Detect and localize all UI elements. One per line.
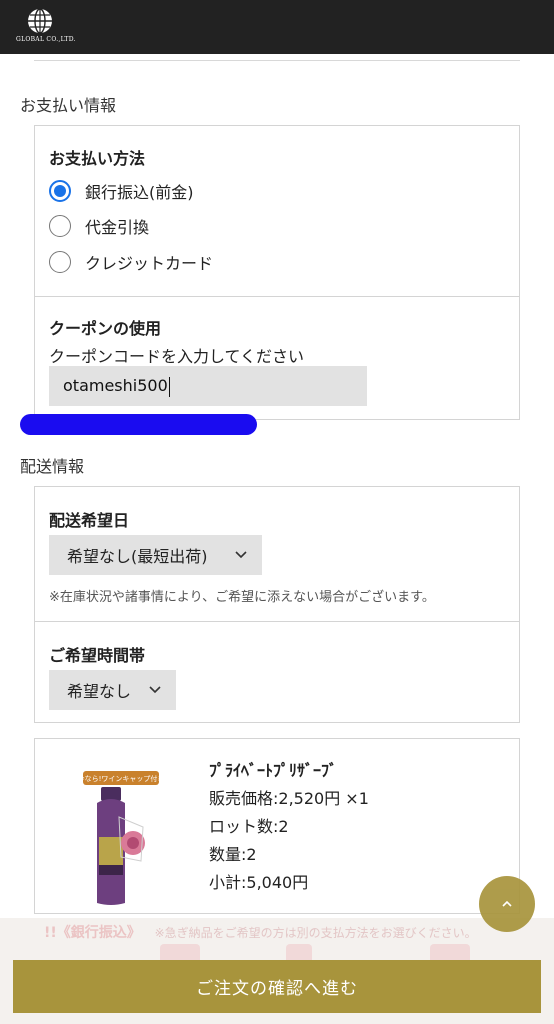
coupon-panel: クーポンの使用 クーポンコードを入力してください otameshi500 <box>35 296 519 419</box>
coupon-prompt: クーポンコードを入力してください <box>49 347 305 366</box>
delivery-date-select[interactable]: 希望なし(最短出荷) <box>49 535 262 575</box>
radio-unchecked-icon[interactable] <box>49 251 71 273</box>
promo-banner-note: ※急ぎ納品をご希望の方は別の支払方法をお選びください。 <box>154 926 477 940</box>
delivery-date-note: ※在庫状況や諸事情により、ご希望に添えない場合がございます。 <box>49 590 435 605</box>
product-image-badge: 今なら!ワインキャップ付き <box>81 774 163 783</box>
company-logo[interactable]: GLOBAL CO.,LTD. <box>16 8 76 48</box>
product-info: ﾌﾟﾗｲﾍﾞｰﾄﾌﾟﾘｻﾞｰﾌﾞ 販売価格:2,520円 ×1 ロット数:2 数… <box>209 757 369 897</box>
delivery-date-panel: 配送希望日 希望なし(最短出荷) ※在庫状況や諸事情により、ご希望に添えない場合… <box>35 487 519 621</box>
delivery-date-label: 配送希望日 <box>49 511 130 530</box>
product-image[interactable]: 今なら!ワインキャップ付き <box>78 757 164 907</box>
radio-checked-icon[interactable] <box>49 180 71 202</box>
payment-option-label: 銀行振込(前金) <box>85 183 194 202</box>
payment-method-label: お支払い方法 <box>49 149 146 168</box>
confirm-order-button[interactable]: ご注文の確認へ進む <box>13 960 541 1013</box>
product-lot: ロット数:2 <box>209 817 289 836</box>
highlight-mark <box>20 414 257 435</box>
payment-option-label: 代金引換 <box>85 218 150 237</box>
header-bar: GLOBAL CO.,LTD. <box>0 0 554 54</box>
chevron-up-icon <box>502 900 512 907</box>
shipping-section-title: 配送情報 <box>20 457 85 476</box>
globe-icon <box>28 8 52 34</box>
delivery-time-panel: ご希望時間帯 希望なし <box>35 621 519 722</box>
payment-option-bank[interactable]: 銀行振込(前金) <box>49 179 194 203</box>
payment-box: お支払い方法 銀行振込(前金) 代金引換 クレジットカード クーポンの使用 クー… <box>34 125 520 420</box>
radio-unchecked-icon[interactable] <box>49 215 71 237</box>
payment-option-cod[interactable]: 代金引換 <box>49 214 149 238</box>
promo-banner-text: !!《銀行振込》 ※急ぎ納品をご希望の方は別の支払方法をお選びください。 <box>44 922 477 942</box>
coupon-input[interactable]: otameshi500 <box>49 366 367 406</box>
product-box: 今なら!ワインキャップ付き ﾌﾟﾗｲﾍﾞｰﾄﾌﾟﾘｻﾞｰﾌﾞ 販売価格:2,52… <box>34 738 520 914</box>
coupon-input-value: otameshi500 <box>63 376 168 395</box>
payment-option-label: クレジットカード <box>85 254 214 273</box>
divider <box>34 60 520 61</box>
product-price: 販売価格:2,520円 ×1 <box>209 789 369 808</box>
payment-section-title: お支払い情報 <box>20 96 117 115</box>
chevron-down-icon <box>149 686 161 694</box>
product-bottle-image: 今なら!ワインキャップ付き <box>78 771 164 905</box>
product-subtotal: 小計:5,040円 <box>209 873 309 892</box>
shipping-box: 配送希望日 希望なし(最短出荷) ※在庫状況や諸事情により、ご希望に添えない場合… <box>34 486 520 723</box>
payment-option-credit[interactable]: クレジットカード <box>49 250 213 274</box>
delivery-time-select[interactable]: 希望なし <box>49 670 176 710</box>
logo-text: GLOBAL CO.,LTD. <box>16 36 76 43</box>
product-name[interactable]: ﾌﾟﾗｲﾍﾞｰﾄﾌﾟﾘｻﾞｰﾌﾞ <box>209 757 369 785</box>
scroll-to-top-button[interactable] <box>479 876 535 932</box>
product-quantity: 数量:2 <box>209 845 257 864</box>
delivery-time-label: ご希望時間帯 <box>49 646 146 665</box>
delivery-date-value: 希望なし(最短出荷) <box>67 547 208 566</box>
delivery-time-value: 希望なし <box>67 682 132 701</box>
text-caret <box>168 376 170 397</box>
promo-banner-highlight: !!《銀行振込》 <box>44 925 141 941</box>
payment-method-panel: お支払い方法 銀行振込(前金) 代金引換 クレジットカード <box>35 126 519 296</box>
coupon-label: クーポンの使用 <box>49 319 162 338</box>
chevron-down-icon <box>235 551 247 559</box>
